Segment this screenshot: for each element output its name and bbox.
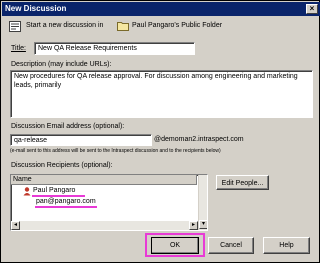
description-label: Description (may include URLs):: [11, 61, 112, 68]
scroll-left-icon[interactable]: ◂: [11, 221, 20, 230]
recipient-name: Paul Pangaro: [33, 187, 76, 194]
folder-name: Paul Pangaro's Public Folder: [132, 22, 223, 29]
recipients-label: Discussion Recipients (optional):: [11, 162, 113, 169]
ok-highlight: [145, 233, 205, 257]
title-label: Title:: [11, 45, 26, 52]
window-titlebar: New Discussion ×: [2, 2, 320, 16]
scroll-right-icon[interactable]: ▸: [189, 221, 198, 230]
edit-people-button[interactable]: Edit People...: [216, 175, 269, 190]
title-input[interactable]: New QA Release Requirements: [34, 42, 195, 55]
help-button[interactable]: Help: [263, 237, 310, 254]
person-icon: [23, 187, 31, 196]
close-icon[interactable]: ×: [306, 4, 318, 14]
recipients-column-name: Name: [13, 176, 32, 183]
recipients-hscrollbar[interactable]: ◂ ▸: [11, 221, 198, 230]
recipients-scrollbar[interactable]: ▾: [198, 175, 207, 230]
recipient-email: pan@pangaro.com: [36, 198, 96, 205]
email-input[interactable]: qa-release: [10, 134, 152, 146]
scroll-down-icon[interactable]: ▾: [199, 220, 207, 229]
email-note: (e-mail sent to this address will be sen…: [10, 148, 221, 154]
email-label: Discussion Email address (optional):: [11, 123, 125, 130]
recipient-email-underline: [35, 206, 97, 208]
recipient-name-underline: [32, 195, 85, 197]
recipients-column-header[interactable]: Name: [11, 175, 197, 185]
recipient-item[interactable]: Paul Pangaro pan@pangaro.com: [23, 187, 173, 207]
help-label: Help: [279, 242, 294, 249]
description-text: New procedures for QA release approval. …: [14, 73, 298, 89]
edit-people-label: Edit People...: [221, 180, 264, 187]
new-discussion-dialog: New Discussion × Start a new discussion …: [0, 0, 320, 263]
window-title: New Discussion: [5, 4, 67, 13]
discussion-icon: [9, 21, 21, 32]
cancel-button[interactable]: Cancel: [208, 237, 254, 254]
recipients-list[interactable]: Name Paul Pangaro pan@pangaro.com ▾ ◂ ▸: [10, 174, 208, 231]
header-text: Start a new discussion in: [26, 22, 104, 29]
email-domain: @demoman2.intraspect.com: [154, 136, 244, 143]
description-textarea[interactable]: New procedures for QA release approval. …: [10, 70, 313, 118]
folder-icon: [117, 21, 129, 31]
cancel-label: Cancel: [220, 242, 242, 249]
